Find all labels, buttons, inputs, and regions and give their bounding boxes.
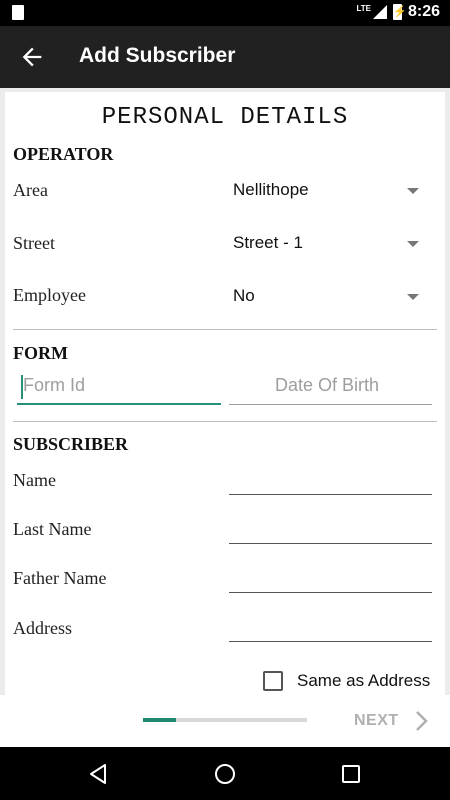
chevron-right-icon[interactable] (414, 710, 430, 732)
divider (13, 329, 437, 330)
form-card: PERSONAL DETAILS OPERATOR Area Nellithop… (5, 92, 445, 695)
father-name-input[interactable] (229, 592, 432, 593)
next-button[interactable]: NEXT (354, 712, 399, 730)
employee-value: No (233, 286, 255, 305)
content-panel[interactable]: PERSONAL DETAILS OPERATOR Area Nellithop… (0, 88, 450, 695)
system-nav-bar (0, 747, 450, 800)
status-time: 8:26 (407, 3, 440, 20)
dropdown-arrow-icon (407, 188, 419, 194)
name-label: Name (13, 470, 56, 490)
employee-dropdown[interactable]: No (233, 282, 429, 312)
section-subscriber: SUBSCRIBER (13, 434, 129, 454)
dob-placeholder: Date Of Birth (275, 375, 380, 395)
section-form: FORM (13, 343, 68, 363)
dropdown-arrow-icon (407, 241, 419, 247)
form-id-field[interactable]: Form Id (17, 369, 221, 405)
section-operator: OPERATOR (13, 144, 114, 164)
area-dropdown[interactable]: Nellithope (233, 176, 429, 206)
status-bar: LTE ⚡ 8:26 (0, 0, 450, 26)
recent-apps-icon[interactable] (339, 762, 363, 786)
network-type: LTE (356, 4, 371, 13)
step-progress-fill (143, 718, 176, 722)
same-as-address-checkbox[interactable] (263, 671, 283, 691)
form-id-placeholder: Form Id (23, 375, 86, 395)
arrow-left-icon[interactable] (18, 43, 46, 71)
address-label: Address (13, 618, 72, 638)
name-input[interactable] (229, 494, 432, 495)
step-progress-bar (143, 718, 307, 722)
same-as-address-option[interactable]: Same as Address (263, 668, 430, 694)
same-as-address-label: Same as Address (297, 671, 431, 690)
sd-card-icon (12, 5, 24, 20)
back-triangle-icon[interactable] (86, 762, 110, 786)
street-value: Street - 1 (233, 233, 303, 252)
street-dropdown[interactable]: Street - 1 (233, 229, 429, 259)
last-name-input[interactable] (229, 543, 432, 544)
last-name-label: Last Name (13, 519, 92, 539)
employee-label: Employee (13, 285, 86, 305)
page-heading: PERSONAL DETAILS (101, 104, 349, 131)
date-of-birth-field[interactable]: Date Of Birth (229, 369, 432, 405)
stepper-footer: NEXT (0, 695, 450, 747)
area-value: Nellithope (233, 180, 309, 199)
address-input[interactable] (229, 641, 432, 642)
father-name-label: Father Name (13, 568, 107, 588)
toolbar-title: Add Subscriber (79, 44, 236, 67)
signal-icon (372, 5, 387, 19)
divider (13, 421, 437, 422)
app-toolbar: Add Subscriber (0, 26, 450, 88)
street-label: Street (13, 233, 55, 253)
home-circle-icon[interactable] (213, 762, 237, 786)
area-label: Area (13, 180, 48, 200)
battery-icon: ⚡ (392, 4, 407, 20)
dropdown-arrow-icon (407, 294, 419, 300)
